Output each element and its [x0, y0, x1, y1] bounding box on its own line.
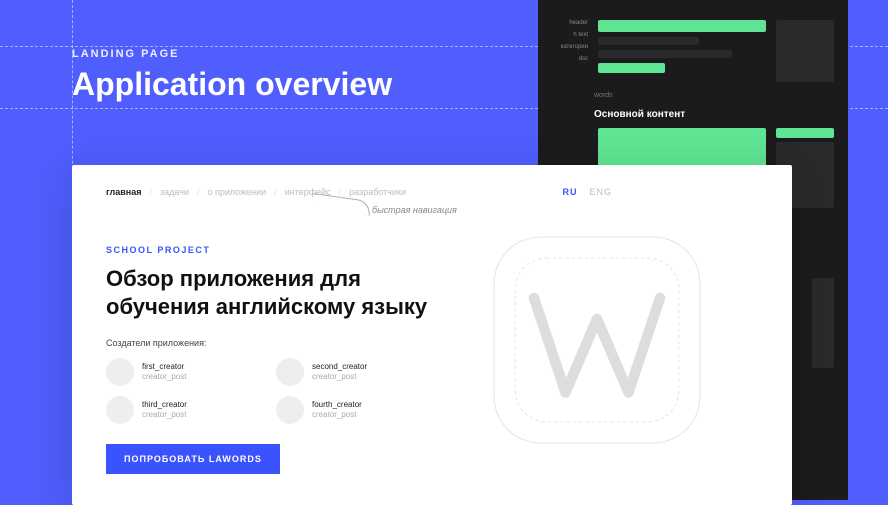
- avatar: [106, 396, 134, 424]
- nav-item-devs[interactable]: разработчики: [349, 187, 406, 197]
- lang-en[interactable]: ENG: [589, 187, 612, 197]
- creator-name: first_creator: [142, 362, 186, 372]
- spec-label: header: [569, 20, 588, 26]
- nav-separator: /: [149, 187, 152, 197]
- creator-role: creator_post: [142, 372, 186, 382]
- creator-item: second_creator creator_post: [276, 358, 426, 386]
- creator-name: fourth_creator: [312, 400, 362, 410]
- creator-item: fourth_creator creator_post: [276, 396, 426, 424]
- cta-button[interactable]: ПОПРОБОВАТЬ LAWORDS: [106, 444, 280, 474]
- top-nav: главная / задачи / о приложении / интерф…: [106, 187, 758, 197]
- spec-subtitle: words: [594, 92, 834, 99]
- avatar: [106, 358, 134, 386]
- nav-item-about[interactable]: о приложении: [207, 187, 266, 197]
- spec-block: [776, 20, 834, 82]
- page-title: Application overview: [72, 66, 392, 103]
- lang-switcher: RU ENG: [562, 187, 612, 197]
- creator-role: creator_post: [312, 372, 367, 382]
- spec-block: [598, 37, 699, 45]
- annotation-note: быстрая навигация: [372, 205, 457, 215]
- nav-separator: /: [339, 187, 342, 197]
- creator-item: third_creator creator_post: [106, 396, 256, 424]
- lang-ru[interactable]: RU: [562, 187, 577, 197]
- spec-label: dsc: [579, 56, 588, 62]
- spec-label: h text: [573, 32, 588, 38]
- nav-separator: /: [274, 187, 277, 197]
- spec-block: [598, 50, 732, 58]
- spec-block: [598, 20, 766, 32]
- avatar: [276, 358, 304, 386]
- creator-role: creator_post: [142, 410, 187, 420]
- hero-headline: Обзор приложения для обучения английском…: [106, 265, 466, 320]
- creator-item: first_creator creator_post: [106, 358, 256, 386]
- spec-block: [776, 128, 834, 138]
- spec-block: [598, 63, 665, 73]
- creator-name: second_creator: [312, 362, 367, 372]
- logo-wireframe: [492, 235, 702, 445]
- spec-block: [812, 278, 834, 368]
- creator-name: third_creator: [142, 400, 187, 410]
- creator-role: creator_post: [312, 410, 362, 420]
- nav-separator: /: [197, 187, 200, 197]
- spec-section-title: Основной контент: [594, 109, 834, 120]
- avatar: [276, 396, 304, 424]
- spec-label: категории: [561, 44, 588, 50]
- nav-item-tasks[interactable]: задачи: [160, 187, 189, 197]
- page-eyebrow: LANDING PAGE: [72, 48, 392, 60]
- landing-card: главная / задачи / о приложении / интерф…: [72, 165, 792, 505]
- nav-item-home[interactable]: главная: [106, 187, 141, 197]
